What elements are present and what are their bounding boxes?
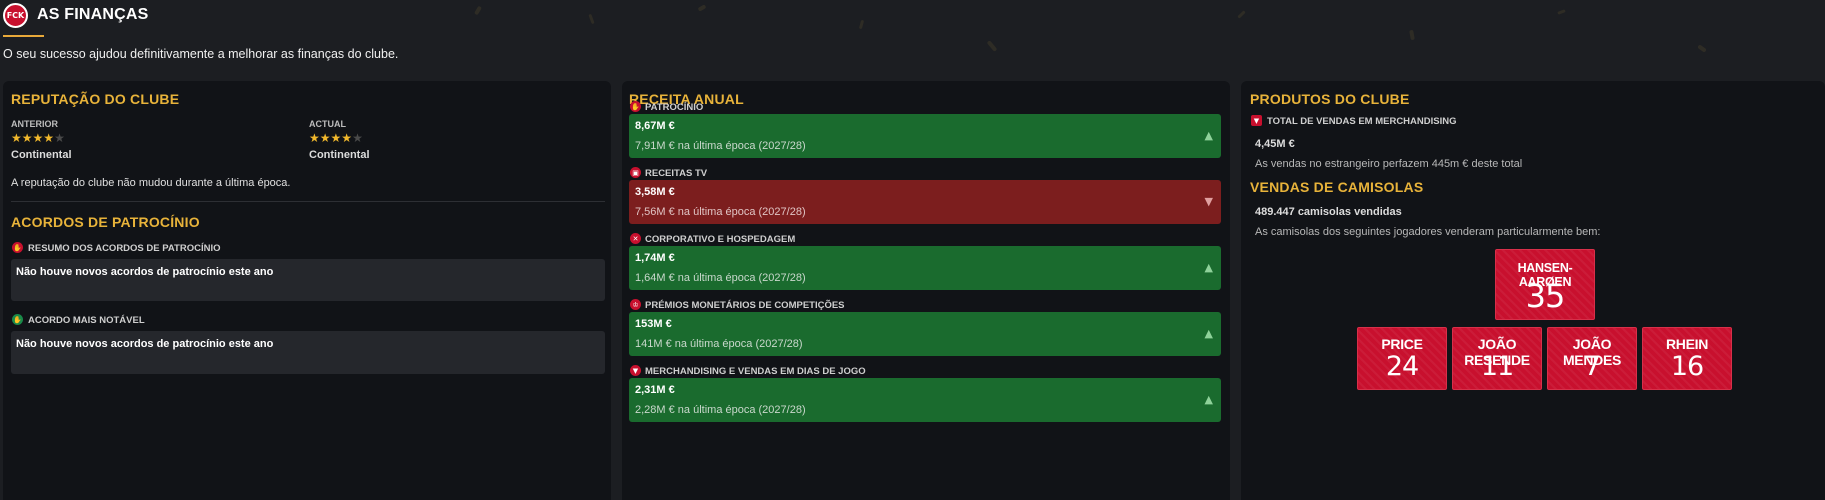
revenue-panel: RECEITA ANUAL ✋ PATROCÍNIO 8,67M €7,91M € … (622, 81, 1230, 500)
revenue-value: 3,58M € (635, 186, 675, 198)
revenue-value: 1,74M € (635, 252, 675, 264)
trend-up-icon: ▲ (1204, 393, 1213, 406)
divider (11, 201, 605, 202)
shirt-icon: ▼ (1251, 115, 1262, 126)
sponsorship-title: ACORDOS DE PATROCÍNIO (11, 214, 200, 230)
revenue-category-label: CORPORATIVO E HOSPEDAGEM (645, 234, 796, 245)
title-underline (3, 35, 44, 37)
summary-label: RESUMO DOS ACORDOS DE PATROCÍNIO (28, 243, 221, 254)
current-level: Continental (309, 149, 370, 161)
star-icon: ★ (21, 131, 33, 145)
player-number: 11 (1480, 351, 1514, 382)
shirts-title: VENDAS DE CAMISOLAS (1250, 179, 1424, 195)
player-number: 24 (1385, 351, 1419, 382)
star-icon: ★ (341, 131, 353, 145)
shirts-sold: 489.447 camisolas vendidas (1255, 206, 1402, 218)
merch-note: As vendas no estrangeiro perfazem 445m €… (1255, 158, 1523, 170)
player-name: RHEIN (1665, 336, 1709, 352)
revenue-row[interactable]: 153M € 141M € na última época (2027/28) ▲ (629, 312, 1221, 356)
page-title: AS FINANÇAS (37, 6, 149, 23)
handshake-icon: ✋ (12, 242, 23, 253)
previous-level: Continental (11, 149, 72, 161)
current-stars: ★★★★★ (309, 131, 363, 145)
notable-text: Não houve novos acordos de patrocínio es… (16, 338, 274, 350)
reputation-sponsorship-panel: REPUTAÇÃO DO CLUBE ANTERIOR ★★★★★ Contin… (3, 81, 611, 500)
revenue-value: 8,67M € (635, 120, 675, 132)
trend-up-icon: ▲ (1204, 327, 1213, 340)
revenue-value: 2,31M € (635, 384, 675, 396)
revenue-row[interactable]: 3,58M € 7,56M € na última época (2027/28)… (629, 180, 1221, 224)
star-icon: ★ (319, 131, 331, 145)
star-icon: ★ (43, 131, 55, 145)
revenue-previous: 141M € na última época (2027/28) (635, 338, 803, 350)
corporate-icon: ✕ (630, 233, 641, 244)
player-number: 16 (1670, 351, 1704, 382)
trend-up-icon: ▲ (1204, 129, 1213, 142)
trend-down-icon: ▼ (1204, 195, 1213, 208)
products-title: PRODUTOS DO CLUBE (1250, 91, 1410, 107)
revenue-category-label: RECEITAS TV (645, 168, 708, 179)
page-subtitle: O seu sucesso ajudou definitivamente a m… (3, 47, 399, 61)
shirt-icon: ▼ (630, 365, 641, 376)
notable-box: Não houve novos acordos de patrocínio es… (11, 331, 605, 374)
trend-up-icon: ▲ (1204, 261, 1213, 274)
revenue-row[interactable]: 2,31M € 2,28M € na última época (2027/28)… (629, 378, 1221, 422)
star-icon: ★ (32, 131, 44, 145)
player-shirt[interactable]: RHEIN 16 (1642, 327, 1732, 390)
previous-label: ANTERIOR (11, 119, 58, 129)
revenue-value: 153M € (635, 318, 672, 330)
player-shirt[interactable]: HANSEN-AARØEN 35 (1495, 249, 1595, 320)
player-shirt[interactable]: JOÃO MENDES 7 (1547, 327, 1637, 390)
star-icon: ★ (11, 131, 22, 145)
star-icon: ★ (309, 131, 320, 145)
merch-value: 4,45M € (1255, 138, 1295, 150)
trophy-icon: ♔ (630, 299, 641, 310)
player-shirt[interactable]: JOÃO RESENDE 11 (1452, 327, 1542, 390)
player-number: 35 (1525, 277, 1566, 315)
header: FCK AS FINANÇAS O seu sucesso ajudou def… (0, 0, 1825, 80)
products-panel: PRODUTOS DO CLUBE ▼ TOTAL DE VENDAS EM M… (1241, 81, 1825, 500)
summary-text: Não houve novos acordos de patrocínio es… (16, 266, 274, 278)
player-name: PRICE (1381, 336, 1423, 352)
notable-label: ACORDO MAIS NOTÁVEL (28, 315, 145, 326)
merch-label: TOTAL DE VENDAS EM MERCHANDISING (1267, 116, 1457, 127)
player-shirt[interactable]: PRICE 24 (1357, 327, 1447, 390)
reputation-title: REPUTAÇÃO DO CLUBE (11, 91, 180, 107)
shirts-note: As camisolas dos seguintes jogadores ven… (1255, 226, 1601, 238)
revenue-previous: 2,28M € na última época (2027/28) (635, 404, 806, 416)
star-icon: ★ (352, 131, 363, 145)
revenue-previous: 7,56M € na última época (2027/28) (635, 206, 806, 218)
previous-stars: ★★★★★ (11, 131, 65, 145)
revenue-previous: 7,91M € na última época (2027/28) (635, 140, 806, 152)
current-label: ACTUAL (309, 119, 346, 129)
star-icon: ★ (330, 131, 342, 145)
star-icon: ★ (54, 131, 65, 145)
revenue-category-label: PATROCÍNIO (645, 102, 704, 113)
handshake-icon: ✋ (630, 101, 641, 112)
revenue-row[interactable]: 1,74M € 1,64M € na última época (2027/28)… (629, 246, 1221, 290)
player-number: 7 (1583, 351, 1601, 382)
handshake-green-icon: ✋ (12, 314, 23, 325)
revenue-category-label: PRÉMIOS MONETÁRIOS DE COMPETIÇÕES (645, 300, 845, 311)
tv-icon: ▣ (630, 167, 641, 178)
revenue-category-label: MERCHANDISING E VENDAS EM DIAS DE JOGO (645, 366, 866, 377)
summary-box: Não houve novos acordos de patrocínio es… (11, 259, 605, 301)
reputation-note: A reputação do clube não mudou durante a… (11, 177, 291, 189)
club-logo: FCK (3, 3, 28, 28)
revenue-row[interactable]: 8,67M € 7,91M € na última época (2027/28)… (629, 114, 1221, 158)
revenue-previous: 1,64M € na última época (2027/28) (635, 272, 806, 284)
